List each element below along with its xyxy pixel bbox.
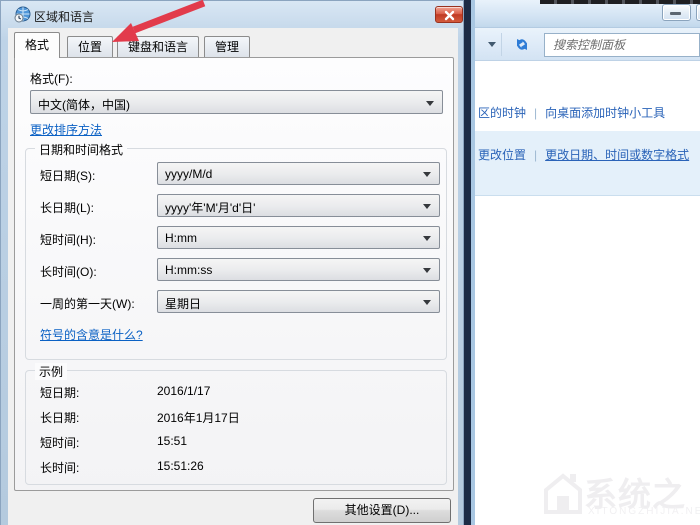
examples-group: 示例 短日期: 2016/1/17 长日期: 2016年1月17日 短时间: 1… [25, 370, 447, 485]
tab-keyboards-languages-label: 键盘和语言 [128, 40, 188, 54]
refresh-button[interactable] [505, 31, 539, 58]
tab-location-label: 位置 [78, 40, 102, 54]
maximize-button-partial[interactable] [696, 4, 700, 21]
close-icon [444, 10, 455, 21]
long-date-combobox[interactable]: yyyy'年'M'月'd'日' [157, 194, 440, 217]
example-short-date-value: 2016/1/17 [157, 384, 210, 398]
clock-link-1[interactable]: 区的时钟 [478, 106, 526, 120]
window-border [471, 0, 475, 525]
site-watermark: 系统之家 XITONGZHIJIA.NET [540, 462, 700, 525]
tab-formats-label: 格式 [25, 38, 49, 52]
long-date-value: yyyy'年'M'月'd'日' [165, 199, 255, 216]
tab-location[interactable]: 位置 [67, 36, 113, 57]
control-panel-window: 区的时钟|向桌面添加时钟小工具 更改位置|更改日期、时间或数字格式 [464, 0, 700, 525]
combo-arrow-icon [423, 236, 431, 241]
datetime-formats-group: 日期和时间格式 短日期(S): yyyy/M/d 长日期(L): yyyy'年'… [25, 148, 447, 360]
formats-tab-page: 格式(F): 中文(简体，中国) 更改排序方法 日期和时间格式 短日期(S): … [14, 57, 454, 491]
notation-meaning-link[interactable]: 符号的含意是什么? [40, 326, 143, 343]
clock-link-2[interactable]: 向桌面添加时钟小工具 [545, 106, 665, 120]
format-combobox-value: 中文(简体，中国) [38, 96, 130, 113]
region-language-dialog: 区域和语言 格式 位置 键盘和语言 管理 格式(F): 中文(简体，中国) 更改… [0, 0, 464, 525]
example-long-time-label: 长时间: [40, 459, 79, 476]
first-day-combobox[interactable]: 星期日 [157, 290, 440, 313]
short-time-combobox[interactable]: H:mm [157, 226, 440, 249]
example-long-time-value: 15:51:26 [157, 459, 204, 473]
datetime-group-title: 日期和时间格式 [35, 141, 127, 158]
refresh-icon [505, 31, 539, 58]
minimize-icon [670, 12, 681, 15]
control-panel-toolbar [475, 28, 700, 61]
search-box [544, 33, 700, 57]
region-language-icon [14, 6, 31, 23]
link-separator: | [526, 148, 545, 162]
tab-keyboards-languages[interactable]: 键盘和语言 [117, 36, 199, 57]
example-short-time-value: 15:51 [157, 434, 187, 448]
tab-administrative[interactable]: 管理 [204, 36, 250, 57]
short-date-value: yyyy/M/d [165, 167, 212, 181]
toolbar-separator [501, 33, 502, 56]
tab-formats[interactable]: 格式 [14, 32, 60, 58]
short-date-label: 短日期(S): [40, 167, 95, 184]
change-location-link[interactable]: 更改位置 [478, 148, 526, 162]
example-long-date-label: 长日期: [40, 409, 79, 426]
combo-arrow-icon [423, 300, 431, 305]
screen: 区的时钟|向桌面添加时钟小工具 更改位置|更改日期、时间或数字格式 系统之家 X… [0, 0, 700, 525]
short-time-value: H:mm [165, 231, 197, 245]
first-day-label: 一周的第一天(W): [40, 295, 135, 312]
minimize-button[interactable] [662, 4, 691, 21]
format-combobox[interactable]: 中文(简体，中国) [30, 90, 443, 114]
additional-settings-button[interactable]: 其他设置(D)... [313, 498, 451, 523]
address-dropdown-icon[interactable] [488, 42, 496, 47]
region-links-row: 更改位置|更改日期、时间或数字格式 [478, 146, 689, 163]
watermark-url: XITONGZHIJIA.NET [588, 506, 700, 517]
short-time-label: 短时间(H): [40, 231, 96, 248]
window-edge-strip [464, 0, 471, 525]
clock-links-row: 区的时钟|向桌面添加时钟小工具 [478, 104, 665, 121]
search-input[interactable] [553, 36, 693, 54]
example-long-date-value: 2016年1月17日 [157, 409, 240, 426]
long-date-label: 长日期(L): [40, 199, 94, 216]
combo-arrow-icon [423, 268, 431, 273]
first-day-value: 星期日 [165, 295, 201, 312]
top-window-strip [540, 0, 700, 4]
example-short-time-label: 短时间: [40, 434, 79, 451]
change-date-format-link[interactable]: 更改日期、时间或数字格式 [545, 148, 689, 162]
format-label: 格式(F): [30, 70, 73, 87]
combo-arrow-icon [423, 172, 431, 177]
long-time-value: H:mm:ss [165, 263, 212, 277]
dialog-body: 格式 位置 键盘和语言 管理 格式(F): 中文(简体，中国) 更改排序方法 日… [8, 28, 458, 525]
watermark-house-icon [540, 464, 586, 520]
control-panel-titlebar [475, 0, 700, 28]
examples-group-title: 示例 [35, 363, 67, 380]
tab-administrative-label: 管理 [215, 40, 239, 54]
combo-arrow-icon [426, 101, 434, 106]
short-date-combobox[interactable]: yyyy/M/d [157, 162, 440, 185]
example-short-date-label: 短日期: [40, 384, 79, 401]
combo-arrow-icon [423, 204, 431, 209]
link-separator: | [526, 106, 545, 120]
long-time-combobox[interactable]: H:mm:ss [157, 258, 440, 281]
long-time-label: 长时间(O): [40, 263, 97, 280]
highlight-band [475, 131, 700, 196]
change-sort-link[interactable]: 更改排序方法 [30, 121, 102, 138]
close-button[interactable] [435, 6, 463, 23]
dialog-title: 区域和语言 [34, 8, 94, 25]
